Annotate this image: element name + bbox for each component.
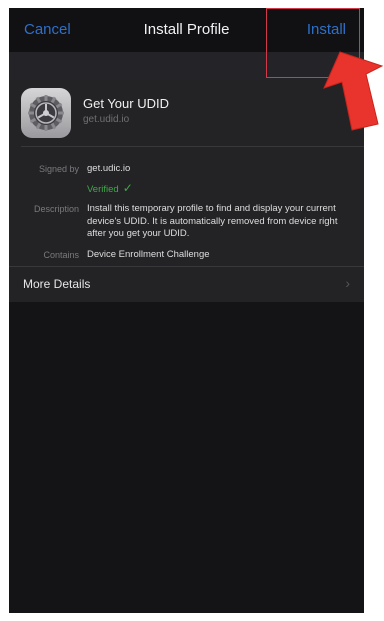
install-button[interactable]: Install xyxy=(307,21,346,38)
more-details-label: More Details xyxy=(23,277,91,291)
contains-label: Contains xyxy=(43,250,79,260)
settings-gear-icon xyxy=(21,88,71,138)
verified-status: Verified ✓ xyxy=(87,181,133,195)
signed-by-value: get.udic.io xyxy=(87,163,131,174)
chevron-right-icon: › xyxy=(345,275,350,291)
verified-label: Verified xyxy=(87,184,119,195)
pointer-arrow-icon xyxy=(323,51,384,131)
contains-value: Device Enrollment Challenge xyxy=(87,249,210,260)
phone-screen: Cancel Install Profile Install Get Your … xyxy=(9,8,364,613)
checkmark-icon: ✓ xyxy=(122,181,133,195)
divider xyxy=(21,146,364,147)
more-details-row[interactable]: More Details › xyxy=(9,266,364,302)
profile-host: get.udid.io xyxy=(83,114,130,125)
profile-header: Get Your UDID get.udid.io xyxy=(9,80,364,146)
description-label: Description xyxy=(33,204,79,214)
signed-by-label: Signed by xyxy=(38,164,79,174)
cancel-button[interactable]: Cancel xyxy=(24,21,71,38)
description-value: Install this temporary profile to find a… xyxy=(87,203,338,239)
profile-name: Get Your UDID xyxy=(83,96,169,111)
profile-card: Get Your UDID get.udid.io Signed by get.… xyxy=(9,80,364,302)
navigation-bar: Cancel Install Profile Install xyxy=(9,8,364,52)
section-spacer xyxy=(9,52,364,80)
